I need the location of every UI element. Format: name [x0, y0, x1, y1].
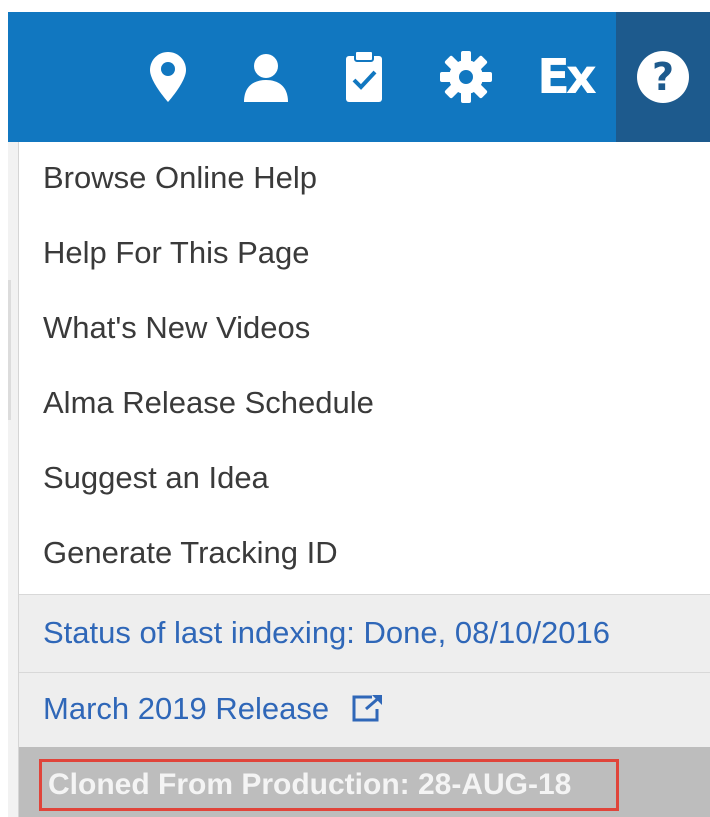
ex-icon: Ex	[537, 49, 597, 105]
release-section: March 2019 Release	[19, 672, 710, 748]
settings-button[interactable]	[434, 12, 498, 142]
cloned-section: Cloned From Production: 28-AUG-18	[19, 747, 710, 817]
indexing-status-link[interactable]: Status of last indexing: Done, 08/10/201…	[43, 597, 610, 669]
menu-item-whats-new-videos[interactable]: What's New Videos	[43, 298, 310, 358]
release-link-label: March 2019 Release	[43, 691, 330, 726]
top-strip	[0, 0, 710, 12]
ex-button[interactable]: Ex	[528, 12, 602, 142]
menu-item-browse-online-help[interactable]: Browse Online Help	[43, 148, 317, 208]
cloned-highlight-box: Cloned From Production: 28-AUG-18	[39, 759, 619, 811]
help-icon-glyph: ?	[652, 55, 674, 99]
external-link-icon	[352, 694, 382, 722]
help-icon: ?	[637, 51, 689, 103]
top-toolbar: Ex ?	[8, 12, 710, 142]
user-button[interactable]	[234, 12, 298, 142]
help-menu: Browse Online Help Help For This Page Wh…	[18, 142, 710, 817]
menu-item-help-for-this-page[interactable]: Help For This Page	[43, 223, 310, 283]
release-link[interactable]: March 2019 Release	[43, 673, 384, 745]
cloned-from-production-text: Cloned From Production: 28-AUG-18	[48, 768, 572, 801]
settings-gear-icon	[440, 51, 492, 103]
tasks-button[interactable]	[334, 12, 394, 142]
left-rail	[8, 142, 18, 817]
indexing-status-section: Status of last indexing: Done, 08/10/201…	[19, 594, 710, 673]
menu-item-suggest-an-idea[interactable]: Suggest an Idea	[43, 448, 269, 508]
location-pin-icon	[150, 52, 186, 102]
menu-item-alma-release-schedule[interactable]: Alma Release Schedule	[43, 373, 374, 433]
user-icon	[244, 54, 288, 102]
tasks-clipboard-icon	[346, 50, 382, 102]
menu-item-generate-tracking-id[interactable]: Generate Tracking ID	[43, 523, 338, 583]
help-button[interactable]: ?	[616, 12, 710, 142]
location-button[interactable]	[138, 12, 198, 142]
left-rail-mark	[8, 280, 11, 420]
